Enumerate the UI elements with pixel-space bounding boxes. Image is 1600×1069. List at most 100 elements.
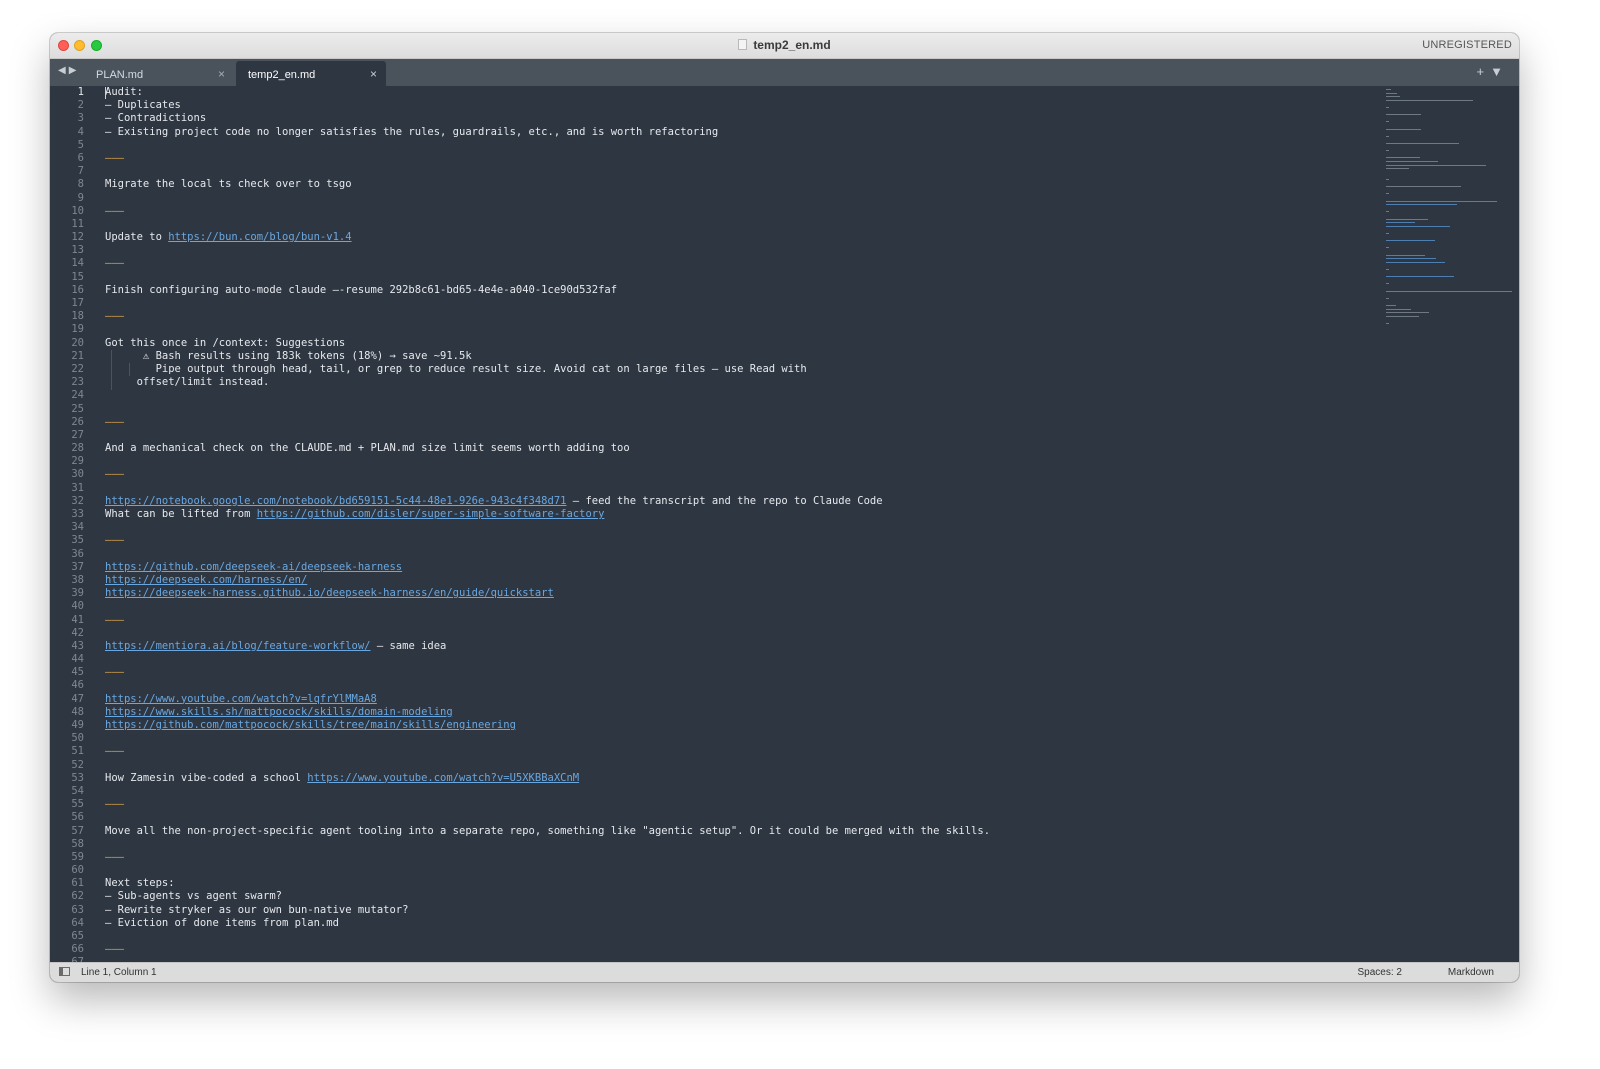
- sidebar-toggle-icon[interactable]: [59, 967, 70, 976]
- text-line[interactable]: [105, 403, 1375, 416]
- hyperlink[interactable]: https://mentiora.ai/blog/feature-workflo…: [105, 640, 371, 652]
- minimap-line: [1386, 161, 1439, 162]
- hyperlink[interactable]: https://notebook.google.com/notebook/bd6…: [105, 495, 566, 507]
- text-line[interactable]: [105, 732, 1375, 745]
- horizontal-rule-line[interactable]: ———: [105, 152, 1375, 165]
- text-line[interactable]: Got this once in /context: Suggestions: [105, 337, 1375, 350]
- text-line[interactable]: [105, 759, 1375, 772]
- text-line[interactable]: [105, 271, 1375, 284]
- text-line[interactable]: [105, 323, 1375, 336]
- horizontal-rule-line[interactable]: ———: [105, 614, 1375, 627]
- text-line[interactable]: [105, 653, 1375, 666]
- hyperlink[interactable]: https://github.com/mattpocock/skills/tre…: [105, 719, 516, 731]
- text-line[interactable]: https://www.skills.sh/mattpocock/skills/…: [105, 706, 1375, 719]
- line-text: ———: [105, 850, 124, 863]
- text-line[interactable]: https://mentiora.ai/blog/feature-workflo…: [105, 640, 1375, 653]
- text-line[interactable]: [105, 548, 1375, 561]
- horizontal-rule-line[interactable]: ———: [105, 943, 1375, 956]
- tab-plan-md[interactable]: PLAN.md ×: [84, 61, 234, 86]
- horizontal-rule-line[interactable]: ———: [105, 534, 1375, 547]
- hyperlink[interactable]: https://bun.com/blog/bun-v1.4: [168, 231, 351, 243]
- text-line[interactable]: [105, 389, 1375, 402]
- text-line[interactable]: [105, 218, 1375, 231]
- indentation-setting[interactable]: Spaces: 2: [1358, 967, 1402, 978]
- text-line[interactable]: [105, 811, 1375, 824]
- text-line[interactable]: [105, 785, 1375, 798]
- text-line[interactable]: — Eviction of done items from plan.md: [105, 917, 1375, 930]
- text-line[interactable]: ⚠ Bash results using 183k tokens (18%) →…: [105, 350, 1375, 363]
- text-line[interactable]: [105, 429, 1375, 442]
- title-bar[interactable]: temp2_en.md UNREGISTERED: [50, 33, 1519, 59]
- text-line[interactable]: Audit:: [105, 86, 1375, 99]
- text-line[interactable]: [105, 600, 1375, 613]
- horizontal-rule-line[interactable]: ———: [105, 416, 1375, 429]
- text-line[interactable]: What can be lifted from https://github.c…: [105, 508, 1375, 521]
- minimap[interactable]: [1384, 86, 1519, 963]
- horizontal-rule-line[interactable]: ———: [105, 745, 1375, 758]
- line-number: 14: [71, 257, 84, 270]
- text-line[interactable]: [105, 139, 1375, 152]
- line-number: 11: [71, 217, 84, 230]
- new-tab-icon[interactable]: +: [1477, 64, 1491, 79]
- text-line[interactable]: [105, 838, 1375, 851]
- horizontal-rule-line[interactable]: ———: [105, 666, 1375, 679]
- text-line[interactable]: Move all the non-project-specific agent …: [105, 825, 1375, 838]
- hyperlink[interactable]: https://www.youtube.com/watch?v=U5XKBBaX…: [307, 772, 579, 784]
- text-line[interactable]: [105, 244, 1375, 257]
- text-line[interactable]: [105, 482, 1375, 495]
- text-line[interactable]: And a mechanical check on the CLAUDE.md …: [105, 442, 1375, 455]
- text-line[interactable]: — Contradictions: [105, 112, 1375, 125]
- text-line[interactable]: Update to https://bun.com/blog/bun-v1.4: [105, 231, 1375, 244]
- hyperlink[interactable]: https://www.skills.sh/mattpocock/skills/…: [105, 706, 453, 718]
- line-text: ———: [105, 943, 124, 956]
- text-line[interactable]: [105, 930, 1375, 943]
- text-line[interactable]: [105, 521, 1375, 534]
- hyperlink[interactable]: https://github.com/deepseek-ai/deepseek-…: [105, 561, 402, 573]
- text-line[interactable]: Next steps:: [105, 877, 1375, 890]
- close-tab-icon[interactable]: ×: [218, 67, 225, 81]
- text-line[interactable]: [105, 627, 1375, 640]
- close-tab-icon[interactable]: ×: [370, 67, 377, 81]
- back-arrow-icon[interactable]: ◀: [58, 65, 69, 76]
- hyperlink[interactable]: https://deepseek-harness.github.io/deeps…: [105, 587, 554, 599]
- text-line[interactable]: [105, 165, 1375, 178]
- text-line[interactable]: https://deepseek-harness.github.io/deeps…: [105, 587, 1375, 600]
- text-line[interactable]: offset/limit instead.: [105, 376, 1375, 389]
- horizontal-rule-line[interactable]: ———: [105, 798, 1375, 811]
- text-line[interactable]: https://github.com/mattpocock/skills/tre…: [105, 719, 1375, 732]
- text-line[interactable]: Pipe output through head, tail, or grep …: [105, 363, 1375, 376]
- hyperlink[interactable]: https://github.com/disler/super-simple-s…: [257, 508, 605, 520]
- forward-arrow-icon[interactable]: ▶: [69, 65, 80, 76]
- text-line[interactable]: https://github.com/deepseek-ai/deepseek-…: [105, 561, 1375, 574]
- text-line[interactable]: https://deepseek.com/harness/en/: [105, 574, 1375, 587]
- text-line[interactable]: [105, 297, 1375, 310]
- hyperlink[interactable]: https://deepseek.com/harness/en/: [105, 574, 307, 586]
- minimap-line: [1386, 315, 1420, 317]
- text-line[interactable]: Migrate the local ts check over to tsgo: [105, 178, 1375, 191]
- editor-area[interactable]: 1 2 3 4 5 6 7 8 9 10 11 12 13 14 15 16 17 18 19 20 21 22 23 24 2…: [50, 86, 1519, 963]
- horizontal-rule-line[interactable]: ———: [105, 468, 1375, 481]
- horizontal-rule-line[interactable]: ———: [105, 851, 1375, 864]
- text-line[interactable]: https://www.youtube.com/watch?v=lqfrYlMM…: [105, 693, 1375, 706]
- text-buffer[interactable]: Audit: — Duplicates — Contradictions — Exis…: [105, 86, 1375, 963]
- text-line[interactable]: https://notebook.google.com/notebook/bd6…: [105, 495, 1375, 508]
- syntax-selector[interactable]: Markdown: [1448, 967, 1494, 978]
- minimap-line: [1386, 225, 1450, 227]
- text-line[interactable]: [105, 679, 1375, 692]
- tab-menu-icon[interactable]: ▼: [1490, 64, 1509, 79]
- text-line[interactable]: [105, 864, 1375, 877]
- text-line[interactable]: Finish configuring auto-mode claude —-re…: [105, 284, 1375, 297]
- tab-temp2-en-md[interactable]: temp2_en.md ×: [236, 61, 386, 86]
- horizontal-rule-line[interactable]: ———: [105, 257, 1375, 270]
- text-line[interactable]: How Zamesin vibe-coded a school https://…: [105, 772, 1375, 785]
- text-line[interactable]: — Duplicates: [105, 99, 1375, 112]
- text-line[interactable]: — Sub-agents vs agent swarm?: [105, 890, 1375, 903]
- text-line[interactable]: [105, 455, 1375, 468]
- text-line[interactable]: — Rewrite stryker as our own bun-native …: [105, 904, 1375, 917]
- horizontal-rule-line[interactable]: ———: [105, 205, 1375, 218]
- text-line[interactable]: — Existing project code no longer satisf…: [105, 126, 1375, 139]
- hyperlink[interactable]: https://www.youtube.com/watch?v=lqfrYlMM…: [105, 693, 377, 705]
- line-number: 56: [71, 811, 84, 824]
- horizontal-rule-line[interactable]: ———: [105, 310, 1375, 323]
- text-line[interactable]: [105, 192, 1375, 205]
